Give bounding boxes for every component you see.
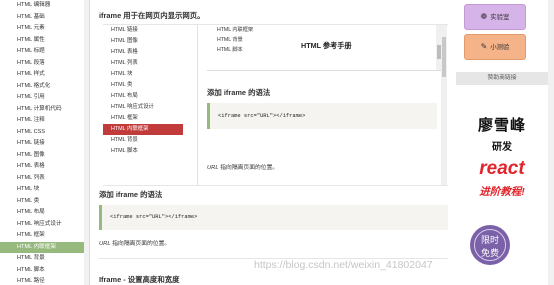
demo-scrollbar[interactable] <box>441 25 447 185</box>
watermark: https://blog.csdn.net/weixin_41802047 <box>254 259 433 271</box>
demo-nav-item[interactable]: HTML 图像 <box>103 36 183 47</box>
sidebar-item[interactable]: HTML CSS <box>0 127 89 139</box>
ad-tagline: 进阶教程! <box>479 186 525 198</box>
syntax-desc-text: 指向隔离页面的位置。 <box>110 241 171 247</box>
sidebar-item[interactable]: HTML 图像 <box>0 150 89 162</box>
demo-nav-item[interactable]: HTML 布局 <box>103 91 183 102</box>
sidebar-item[interactable]: HTML 编辑器 <box>0 0 89 12</box>
advertisement[interactable]: 廖雪峰 研发 react 进阶教程! 限时 免费 <box>456 92 548 285</box>
sidebar-item[interactable]: HTML 引用 <box>0 92 89 104</box>
sidebar-item[interactable]: HTML 布局 <box>0 207 89 219</box>
demo-scroll-thumb[interactable] <box>442 37 446 77</box>
demo-nav: HTML 链接 HTML 图像 HTML 表格 HTML 列表 HTML 块 HTML 类… <box>103 25 183 185</box>
sidebar-item[interactable]: HTML 块 <box>0 184 89 196</box>
sidebar-item[interactable]: HTML 路径 <box>0 276 89 285</box>
nested-iframe: HTML 内联框架 HTML 背景 HTML 脚本 HTML 参考手册 <box>207 25 442 71</box>
syntax-desc-code: URL <box>99 241 111 247</box>
nested-list-item[interactable]: HTML 脚本 <box>207 45 272 55</box>
demo-nav-item[interactable]: HTML 表格 <box>103 47 183 58</box>
sidebar-item[interactable]: HTML 背景 <box>0 253 89 265</box>
sidebar-scrollbar[interactable] <box>84 0 89 285</box>
quiz-button-label: 小测验 <box>490 44 510 51</box>
sidebar-item[interactable]: HTML 注释 <box>0 115 89 127</box>
intro-text: iframe 用于在网页内显示网页。 <box>99 11 205 20</box>
sidebar-item[interactable]: HTML 段落 <box>0 58 89 70</box>
sidebar-item[interactable]: HTML 元素 <box>0 23 89 35</box>
section-heading-syntax: 添加 iframe 的语法 <box>99 190 163 199</box>
ad-product: react <box>479 158 525 179</box>
sidebar-item[interactable]: HTML 框架 <box>0 230 89 242</box>
sidebar-item[interactable]: HTML 标题 <box>0 46 89 58</box>
sidebar-item[interactable]: HTML 脚本 <box>0 265 89 277</box>
demo-desc-code: URL <box>207 165 219 171</box>
sidebar-item-list: HTML 编辑器 HTML 基础 HTML 元素 HTML 属性 HTML 标题 HTML… <box>0 0 89 285</box>
iframe-demo: HTML 链接 HTML 图像 HTML 表格 HTML 列表 HTML 块 HTML 类… <box>103 24 448 186</box>
lab-button-label: 实验室 <box>490 14 510 21</box>
demo-nav-item[interactable]: HTML 块 <box>103 69 183 80</box>
ad-author: 廖雪峰 <box>477 117 526 134</box>
sidebar-item[interactable]: HTML 计算机代码 <box>0 104 89 116</box>
sidebar-item[interactable]: HTML 基础 <box>0 12 89 24</box>
page-scrollbar[interactable] <box>548 0 554 285</box>
demo-code-block: <iframe src="URL"></iframe> <box>207 103 437 129</box>
sidebar-item[interactable]: HTML 样式 <box>0 69 89 81</box>
badge-text-top: 限时 <box>480 235 499 245</box>
flask-icon: ❁ <box>480 12 488 21</box>
demo-frame: HTML 内联框架 HTML 背景 HTML 脚本 HTML 参考手册 添加 ifr… <box>197 25 448 185</box>
free-badge: 限时 免费 <box>470 225 510 265</box>
nested-list: HTML 内联框架 HTML 背景 HTML 脚本 <box>207 25 272 55</box>
sidebar-item[interactable]: HTML 链接 <box>0 138 89 150</box>
demo-nav-item[interactable]: HTML 类 <box>103 80 183 91</box>
demo-nav-item[interactable]: HTML 内联框架 <box>103 124 183 135</box>
sidebar-item[interactable]: HTML 列表 <box>0 173 89 185</box>
quiz-button[interactable]: ✎ 小测验 <box>464 34 526 60</box>
demo-nav-item[interactable]: HTML 响应式设计 <box>103 102 183 113</box>
main-content: iframe 用于在网页内显示网页。 HTML 链接 HTML 图像 HTML 表格… <box>90 0 455 285</box>
sidebar-item[interactable]: HTML 属性 <box>0 35 89 47</box>
syntax-code-block: <iframe src="URL"></iframe> <box>99 205 448 230</box>
demo-desc-text: 指向隔离页面的位置。 <box>218 165 279 171</box>
reference-title: HTML 参考手册 <box>301 41 352 50</box>
demo-heading: 添加 iframe 的语法 <box>207 88 271 97</box>
nested-list-item[interactable]: HTML 内联框架 <box>207 25 272 35</box>
sidebar-item[interactable]: HTML 内联框架 <box>0 241 89 253</box>
section-heading-size: Iframe - 设置高度和宽度 <box>99 275 180 284</box>
ad-subtitle: 研发 <box>492 142 512 153</box>
right-column: ❁ 实验室 ✎ 小测验 赞助商链接 廖雪峰 研发 react 进阶教程! 限时 免费 <box>456 0 554 285</box>
sidebar-item[interactable]: HTML 表格 <box>0 161 89 173</box>
demo-nav-item[interactable]: HTML 链接 <box>103 25 183 36</box>
sidebar-nav: HTML 编辑器 HTML 基础 HTML 元素 HTML 属性 HTML 标题 HTML… <box>0 0 90 285</box>
syntax-description: URL 指向隔离页面的位置。 <box>99 238 170 247</box>
badge-text-bottom: 免费 <box>480 248 499 258</box>
demo-nav-item[interactable]: HTML 列表 <box>103 58 183 69</box>
sidebar-item[interactable]: HTML 格式化 <box>0 81 89 93</box>
edit-icon: ✎ <box>480 42 488 51</box>
sponsor-heading: 赞助商链接 <box>456 72 548 85</box>
demo-nav-item[interactable]: HTML 脚本 <box>103 146 183 157</box>
demo-description: URL 指向隔离页面的位置。 <box>207 162 278 171</box>
nested-list-item[interactable]: HTML 背景 <box>207 35 272 45</box>
lab-button[interactable]: ❁ 实验室 <box>464 4 526 30</box>
demo-nav-item[interactable]: HTML 背景 <box>103 135 183 146</box>
sidebar-item[interactable]: HTML 响应式设计 <box>0 219 89 231</box>
sidebar-item[interactable]: HTML 类 <box>0 196 89 208</box>
demo-nav-item[interactable]: HTML 框架 <box>103 113 183 124</box>
